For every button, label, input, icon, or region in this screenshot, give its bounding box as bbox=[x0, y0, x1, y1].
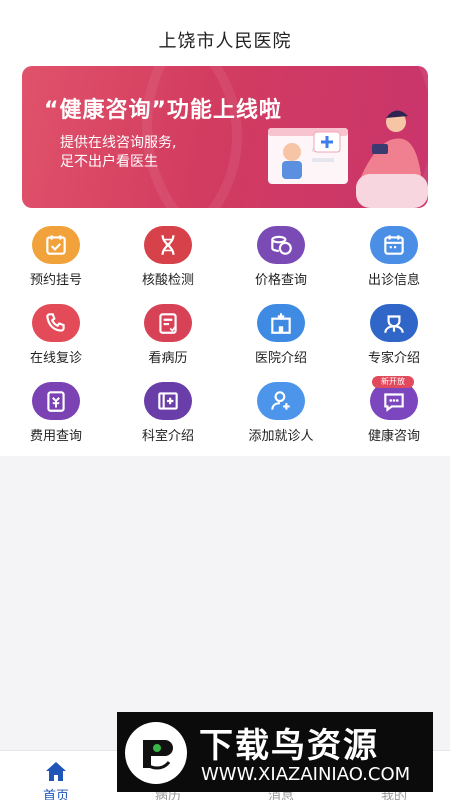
grid-item-label: 出诊信息 bbox=[367, 273, 420, 288]
grid-item-online-revisit[interactable]: 在线复诊 bbox=[0, 300, 112, 376]
app-header: 上饶市人民医院 bbox=[0, 0, 450, 66]
tab-label: 首页 bbox=[42, 789, 69, 800]
medical-record-icon bbox=[144, 304, 192, 342]
doctor-consult-illustration bbox=[268, 110, 428, 208]
calendar-icon bbox=[370, 226, 418, 264]
grid-item-label: 在线复诊 bbox=[29, 351, 82, 366]
department-icon bbox=[144, 382, 192, 420]
home-icon bbox=[46, 762, 66, 781]
grid-item-expert-intro[interactable]: 专家介绍 bbox=[338, 300, 450, 376]
grid-item-label: 价格查询 bbox=[254, 273, 307, 288]
new-badge: 新开放 bbox=[372, 376, 414, 388]
doctor-icon bbox=[370, 304, 418, 342]
bill-icon bbox=[32, 382, 80, 420]
grid-item-label: 预约挂号 bbox=[29, 273, 82, 288]
grid-item-label: 医院介绍 bbox=[254, 351, 307, 366]
bird-logo-icon bbox=[125, 722, 187, 784]
watermark-url: WWW.XIAZAINIAO.COM bbox=[201, 764, 411, 785]
phone-icon bbox=[32, 304, 80, 342]
grid-item-nucleic-test[interactable]: 核酸检测 bbox=[112, 222, 224, 298]
grid-item-label: 科室介绍 bbox=[141, 429, 194, 444]
tab-home[interactable]: 首页 bbox=[0, 751, 112, 800]
hospital-icon bbox=[257, 304, 305, 342]
banner-subtitle-1: 提供在线咨询服务, bbox=[60, 135, 177, 151]
grid-item-label: 添加就诊人 bbox=[248, 429, 314, 444]
grid-item-price-query[interactable]: 价格查询 bbox=[225, 222, 337, 298]
add-user-icon bbox=[257, 382, 305, 420]
grid-item-label: 费用查询 bbox=[29, 429, 82, 444]
watermark: 下载鸟资源 WWW.XIAZAINIAO.COM bbox=[117, 712, 433, 792]
grid-item-medical-record[interactable]: 看病历 bbox=[112, 300, 224, 376]
banner-headline: “健康咨询”功能上线啦 bbox=[44, 98, 282, 123]
grid-item-hospital-intro[interactable]: 医院介绍 bbox=[225, 300, 337, 376]
coins-icon bbox=[257, 226, 305, 264]
dna-icon bbox=[144, 226, 192, 264]
grid-item-label: 看病历 bbox=[148, 351, 188, 366]
grid-item-label: 专家介绍 bbox=[367, 351, 420, 366]
grid-item-appointment[interactable]: 预约挂号 bbox=[0, 222, 112, 298]
calendar-check-icon bbox=[32, 226, 80, 264]
page-title: 上饶市人民医院 bbox=[158, 31, 292, 52]
grid-item-fee-query[interactable]: 费用查询 bbox=[0, 378, 112, 454]
grid-item-department-intro[interactable]: 科室介绍 bbox=[112, 378, 224, 454]
promo-banner[interactable]: “健康咨询”功能上线啦 提供在线咨询服务, 足不出户看医生 bbox=[22, 66, 428, 208]
grid-item-clinic-info[interactable]: 出诊信息 bbox=[338, 222, 450, 298]
grid-item-health-consult[interactable]: 健康咨询 bbox=[338, 378, 450, 454]
grid-item-label: 健康咨询 bbox=[367, 429, 420, 444]
grid-item-label: 核酸检测 bbox=[141, 273, 194, 288]
grid-item-add-patient[interactable]: 添加就诊人 bbox=[225, 378, 337, 454]
banner-subtitle-2: 足不出户看医生 bbox=[60, 154, 158, 170]
watermark-title: 下载鸟资源 bbox=[199, 726, 379, 766]
